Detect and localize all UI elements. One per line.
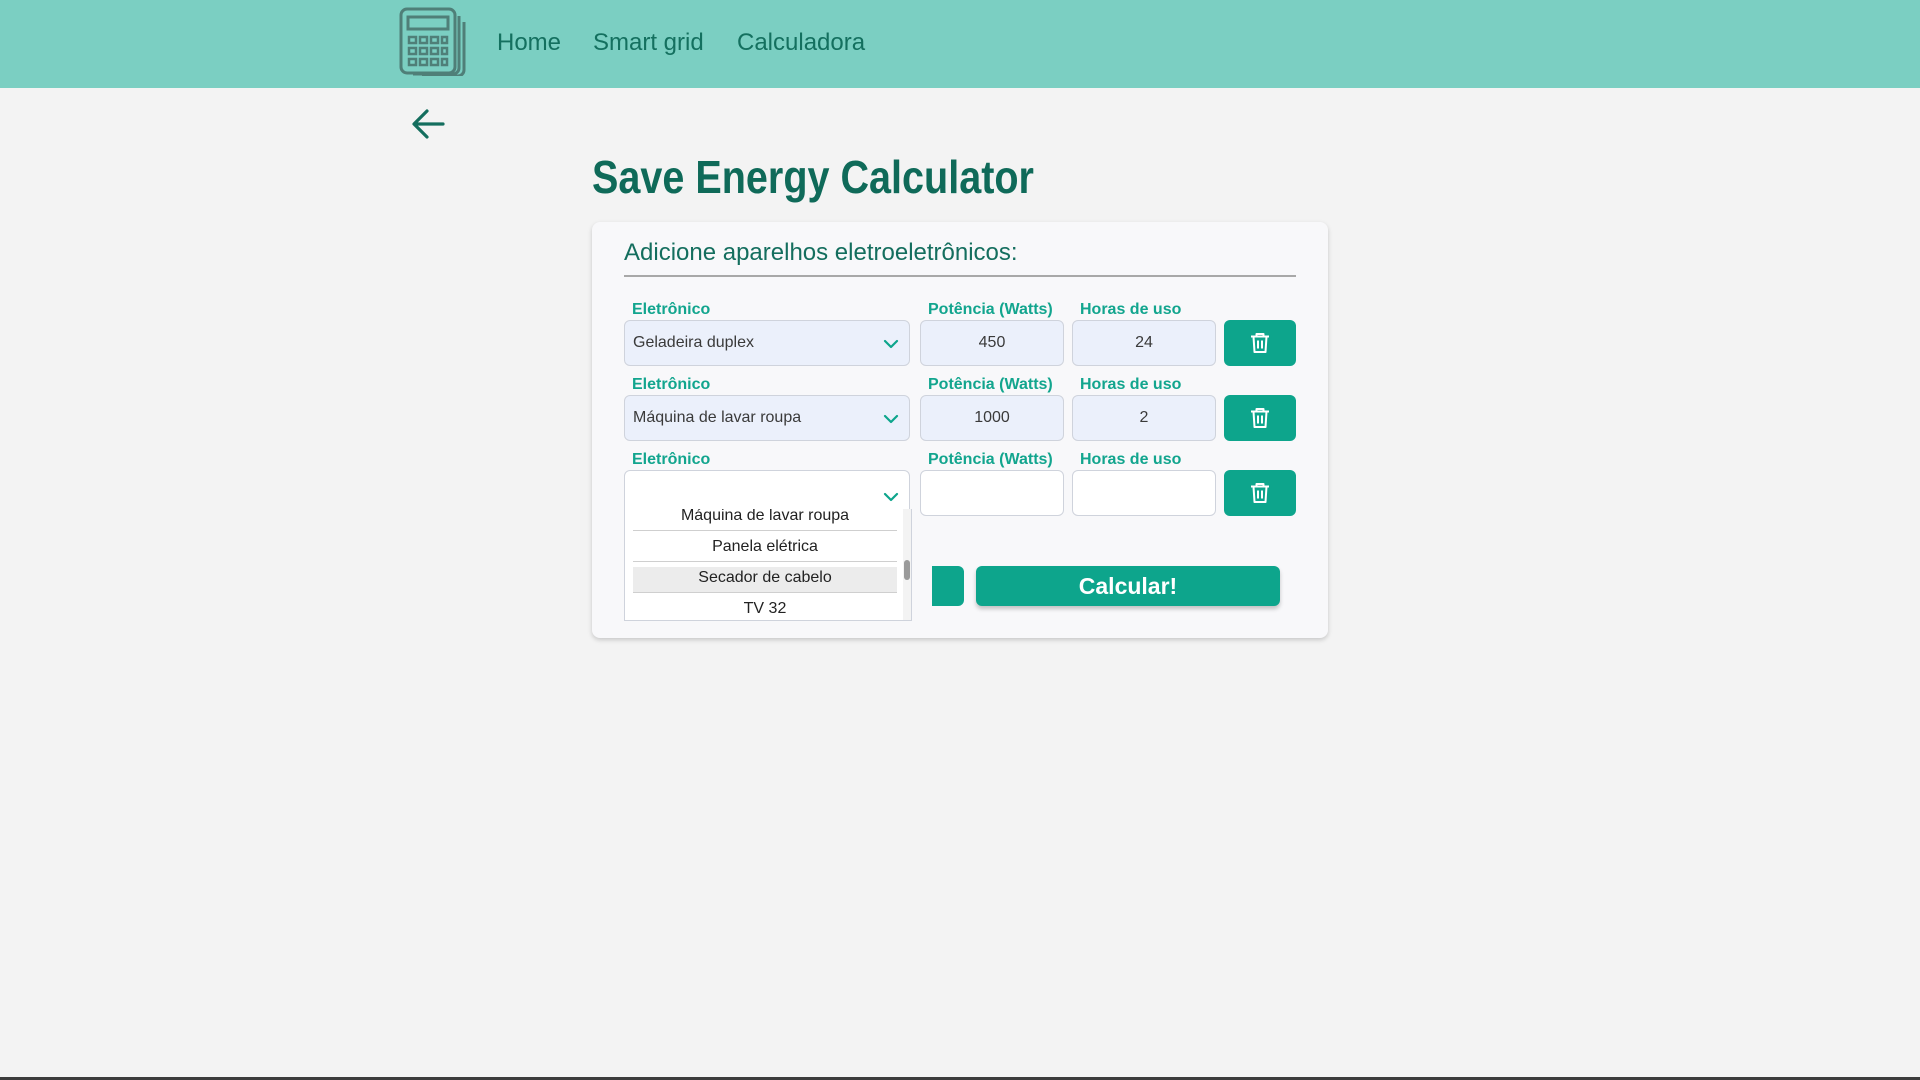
power-input[interactable] bbox=[920, 320, 1064, 366]
trash-icon bbox=[1251, 333, 1269, 353]
chevron-down-icon bbox=[883, 492, 899, 502]
power-label: Potência (Watts) bbox=[928, 451, 1053, 468]
hours-input[interactable] bbox=[1072, 395, 1216, 441]
hours-input[interactable] bbox=[1072, 470, 1216, 516]
delete-row-button[interactable] bbox=[1224, 320, 1296, 366]
power-label: Potência (Watts) bbox=[928, 376, 1053, 393]
delete-row-button[interactable] bbox=[1224, 470, 1296, 516]
add-appliance-button[interactable] bbox=[932, 566, 964, 606]
arrow-left-icon[interactable] bbox=[410, 107, 446, 141]
device-select-value: Máquina de lavar roupa bbox=[633, 409, 802, 426]
trash-icon bbox=[1251, 408, 1269, 428]
navbar: Home Smart grid Calculadora bbox=[0, 0, 1920, 88]
power-label: Potência (Watts) bbox=[928, 301, 1053, 318]
hours-input[interactable] bbox=[1072, 320, 1216, 366]
delete-row-button[interactable] bbox=[1224, 395, 1296, 441]
calculate-button[interactable]: Calcular! bbox=[976, 566, 1280, 606]
device-select[interactable]: Máquina de lavar roupa bbox=[624, 395, 910, 441]
hours-label: Horas de uso bbox=[1080, 301, 1182, 318]
device-select[interactable]: Geladeira duplex bbox=[624, 320, 910, 366]
device-label: Eletrônico bbox=[632, 451, 711, 468]
nav-link-calculadora[interactable]: Calculadora bbox=[737, 29, 865, 57]
device-select-value: Geladeira duplex bbox=[633, 334, 754, 351]
chevron-down-icon bbox=[883, 414, 899, 424]
device-label: Eletrônico bbox=[632, 301, 711, 318]
scrollbar-thumb[interactable] bbox=[904, 560, 910, 580]
nav-link-home[interactable]: Home bbox=[497, 29, 561, 57]
trash-icon bbox=[1251, 483, 1269, 503]
heading-divider bbox=[624, 275, 1296, 277]
dropdown-option[interactable]: Máquina de lavar roupa bbox=[633, 509, 897, 531]
device-dropdown-list[interactable]: Máquina de lavar roupa Panela elétrica S… bbox=[624, 509, 912, 621]
dropdown-option-highlighted[interactable]: Secador de cabelo bbox=[633, 567, 897, 593]
chevron-down-icon bbox=[883, 339, 899, 349]
power-input[interactable] bbox=[920, 395, 1064, 441]
nav-link-smart-grid[interactable]: Smart grid bbox=[593, 29, 704, 57]
power-input[interactable] bbox=[920, 470, 1064, 516]
hours-label: Horas de uso bbox=[1080, 451, 1182, 468]
calculator-icon[interactable] bbox=[399, 6, 467, 76]
dropdown-option[interactable]: Panela elétrica bbox=[633, 536, 897, 562]
card-heading: Adicione aparelhos eletroeletrônicos: bbox=[624, 239, 1018, 266]
page-title: Save Energy Calculator bbox=[592, 151, 1034, 203]
device-label: Eletrônico bbox=[632, 376, 711, 393]
dropdown-scrollbar[interactable] bbox=[903, 509, 911, 620]
hours-label: Horas de uso bbox=[1080, 376, 1182, 393]
dropdown-option[interactable]: TV 32 bbox=[633, 598, 897, 620]
